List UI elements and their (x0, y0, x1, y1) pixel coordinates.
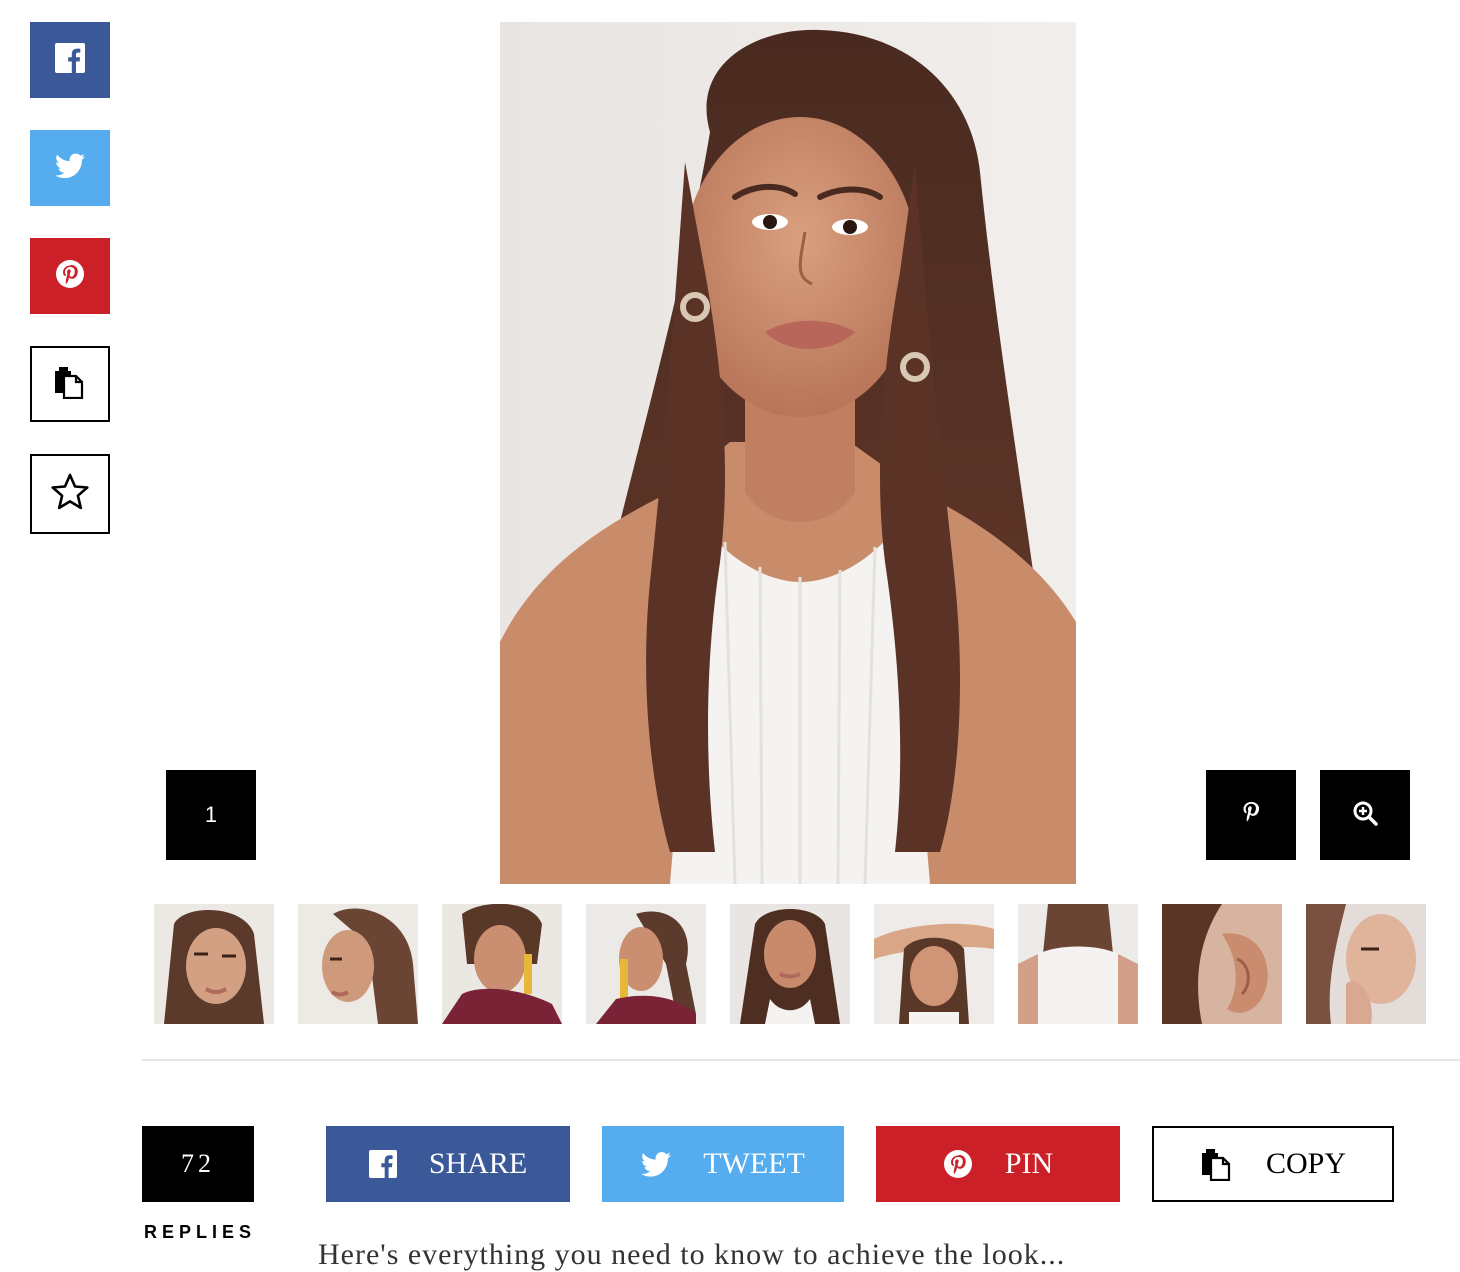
share-pinterest-button[interactable]: PIN (876, 1126, 1120, 1202)
star-icon (50, 472, 90, 517)
pinterest-icon (943, 1149, 973, 1179)
pin-label: PIN (1004, 1147, 1054, 1180)
thumbnail[interactable] (442, 904, 562, 1024)
share-copy-button[interactable]: COPY (1152, 1126, 1394, 1202)
section-divider (142, 1059, 1460, 1061)
thumbnail[interactable] (1306, 904, 1426, 1024)
copy-icon (53, 365, 87, 404)
twitter-icon (55, 153, 85, 184)
pinterest-icon (1241, 801, 1261, 830)
gallery-counter: 1 (166, 770, 256, 860)
copy-label: COPY (1265, 1147, 1347, 1180)
reply-count[interactable]: 72 (142, 1126, 254, 1202)
facebook-icon (368, 1150, 397, 1178)
thumbnail[interactable] (730, 904, 850, 1024)
copy-icon (1200, 1147, 1234, 1181)
facebook-icon (55, 42, 85, 78)
share-label: SHARE (428, 1147, 528, 1180)
tweet-label: TWEET (703, 1147, 805, 1180)
share-facebook-button[interactable]: SHARE (326, 1126, 570, 1202)
replies-label: REPLIES (144, 1222, 257, 1242)
zoom-in-icon (1352, 800, 1378, 831)
pinterest-icon (55, 259, 85, 294)
rail-pinterest-button[interactable] (30, 238, 110, 314)
thumbnail[interactable] (298, 904, 418, 1024)
thumbnail[interactable] (1018, 904, 1138, 1024)
rail-copy-button[interactable] (30, 346, 110, 422)
thumbnail[interactable] (154, 904, 274, 1024)
gallery-main-photo[interactable] (500, 22, 1076, 884)
twitter-icon (641, 1151, 672, 1177)
thumbnail[interactable] (1162, 904, 1282, 1024)
article-teaser: Here's everything you need to know to ac… (318, 1238, 1066, 1271)
rail-favorite-button[interactable] (30, 454, 110, 534)
portrait-photo (500, 22, 1076, 884)
rail-facebook-button[interactable] (30, 22, 110, 98)
zoom-button[interactable] (1320, 770, 1410, 860)
rail-twitter-button[interactable] (30, 130, 110, 206)
pin-image-button[interactable] (1206, 770, 1296, 860)
share-twitter-button[interactable]: TWEET (602, 1126, 844, 1202)
thumbnail[interactable] (874, 904, 994, 1024)
thumbnail[interactable] (586, 904, 706, 1024)
